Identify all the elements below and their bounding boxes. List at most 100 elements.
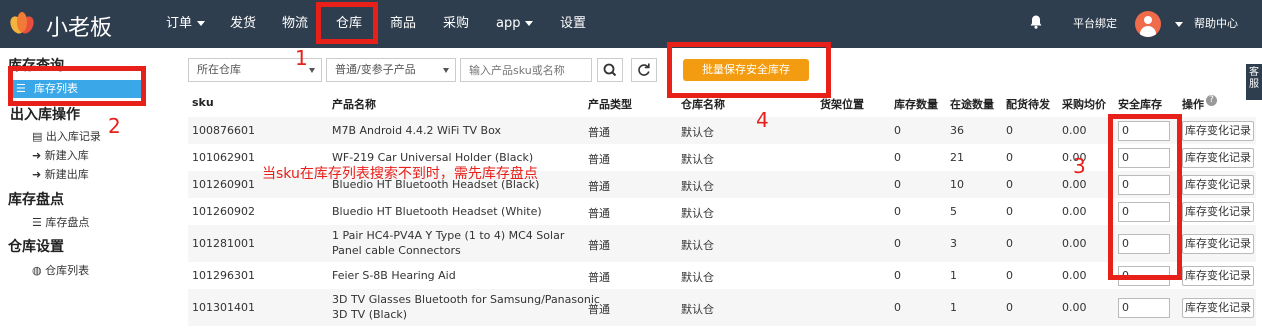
- cell-avg-cost: 0.00: [1062, 123, 1087, 137]
- col-header-avg-cost: 采购均价: [1062, 98, 1106, 111]
- nav-settings[interactable]: 设置: [560, 0, 586, 48]
- refresh-button[interactable]: [631, 58, 657, 82]
- inventory-log-button[interactable]: 库存变化记录: [1182, 265, 1254, 286]
- sidebar-item-label: 库存列表: [34, 82, 78, 95]
- cell-sku: 101281001: [192, 236, 255, 250]
- col-header-sku: sku: [192, 96, 214, 109]
- safety-stock-input[interactable]: 0: [1118, 265, 1170, 286]
- batch-save-safety-stock-button[interactable]: 批量保存安全库存: [683, 59, 809, 81]
- cell-sku: 100876601: [192, 123, 255, 137]
- cell-warehouse: 默认仓: [681, 206, 714, 220]
- document-icon: ▤: [32, 130, 46, 143]
- safety-stock-input[interactable]: 0: [1118, 147, 1170, 168]
- sidebar-section-stocktake: 库存盘点: [8, 192, 64, 208]
- customer-service-tab[interactable]: 客服: [1246, 64, 1262, 100]
- cell-name-line2: 3D TV (Black): [332, 308, 408, 321]
- chevron-down-icon[interactable]: [1175, 22, 1183, 27]
- inventory-log-button[interactable]: 库存变化记录: [1182, 297, 1254, 318]
- app-title: 小老板: [46, 16, 113, 41]
- search-icon: [603, 63, 617, 77]
- sidebar-item-warehouse-list[interactable]: ◍ 仓库列表: [32, 262, 89, 278]
- cell-type: 普通: [588, 238, 610, 252]
- sidebar-item-inout-records[interactable]: ▤ 出入库记录: [32, 128, 101, 144]
- cell-avg-cost: 0.00: [1062, 300, 1087, 314]
- inventory-log-button[interactable]: 库存变化记录: [1182, 201, 1254, 222]
- nav-warehouse[interactable]: 仓库: [336, 0, 362, 48]
- lotus-logo-icon: [10, 12, 34, 34]
- cell-warehouse: 默认仓: [681, 125, 714, 139]
- help-center-link[interactable]: 帮助中心: [1194, 0, 1238, 48]
- globe-icon: ◍: [32, 264, 46, 277]
- nav-orders[interactable]: 订单: [166, 0, 206, 48]
- cell-sku: 101301401: [192, 300, 255, 314]
- inventory-log-button[interactable]: 库存变化记录: [1182, 147, 1254, 168]
- avatar[interactable]: [1135, 11, 1161, 37]
- cell-pending: 0: [1006, 268, 1013, 282]
- nav-purchase[interactable]: 采购: [443, 0, 469, 48]
- safety-stock-input[interactable]: 0: [1118, 174, 1170, 195]
- safety-stock-input[interactable]: 0: [1118, 297, 1170, 318]
- col-header-location: 货架位置: [820, 98, 864, 111]
- product-type-select-value: 普通/变参子产品: [335, 63, 416, 76]
- cell-stock: 0: [894, 204, 901, 218]
- col-header-ops: 操作: [1182, 98, 1204, 111]
- cell-name: 3D TV Glasses Bluetooth for Samsung/Pana…: [332, 293, 600, 306]
- cell-transit: 1: [950, 300, 957, 314]
- cell-stock: 0: [894, 268, 901, 282]
- inventory-log-button[interactable]: 库存变化记录: [1182, 174, 1254, 195]
- sidebar-item-label: 新建出库: [44, 168, 89, 181]
- cell-pending: 0: [1006, 204, 1013, 218]
- cell-warehouse: 默认仓: [681, 302, 714, 316]
- nav-logistics[interactable]: 物流: [282, 0, 308, 48]
- chevron-down-icon: [525, 21, 534, 26]
- bell-icon[interactable]: [1030, 15, 1042, 29]
- cell-name: M7B Android 4.4.2 WiFi TV Box: [332, 123, 502, 137]
- search-button[interactable]: [597, 58, 623, 82]
- platform-bind-link[interactable]: 平台绑定: [1073, 0, 1117, 48]
- inventory-log-button[interactable]: 库存变化记录: [1182, 120, 1254, 141]
- logout-icon: ➜: [32, 168, 45, 181]
- cell-transit: 36: [950, 123, 964, 137]
- warehouse-select-value: 所在仓库: [197, 63, 241, 76]
- nav-ship[interactable]: 发货: [230, 0, 256, 48]
- chevron-down-icon: [309, 68, 315, 73]
- cell-avg-cost: 0.00: [1062, 204, 1087, 218]
- safety-stock-input[interactable]: 0: [1118, 120, 1170, 141]
- cell-pending: 0: [1006, 177, 1013, 191]
- cell-pending: 0: [1006, 300, 1013, 314]
- col-header-stock: 库存数量: [894, 98, 938, 111]
- cell-transit: 21: [950, 150, 964, 164]
- sidebar-item-stocktake[interactable]: ☰ 库存盘点: [32, 214, 89, 230]
- login-icon: ➜: [32, 149, 45, 162]
- safety-stock-input[interactable]: 0: [1118, 201, 1170, 222]
- refresh-icon: [638, 63, 650, 76]
- cell-avg-cost: 0.00: [1062, 236, 1087, 250]
- sidebar-item-inventory-list[interactable]: ☰ 库存列表: [10, 80, 142, 98]
- cell-warehouse: 默认仓: [681, 270, 714, 284]
- col-header-type: 产品类型: [588, 98, 632, 111]
- nav-app[interactable]: app: [496, 0, 534, 48]
- list-icon: ☰: [32, 216, 46, 229]
- help-icon[interactable]: ?: [1206, 95, 1217, 106]
- sidebar-item-new-in[interactable]: ➜ 新建入库: [32, 147, 89, 163]
- search-input[interactable]: [460, 58, 592, 82]
- cell-warehouse: 默认仓: [681, 179, 714, 193]
- chevron-down-icon: [197, 21, 206, 26]
- cell-sku: 101260901: [192, 177, 255, 191]
- cell-warehouse: 默认仓: [681, 152, 714, 166]
- cell-name-line2: Panel cable Connectors: [332, 244, 461, 257]
- nav-products[interactable]: 商品: [390, 0, 416, 48]
- cell-pending: 0: [1006, 236, 1013, 250]
- col-header-warehouse: 仓库名称: [681, 98, 725, 111]
- inventory-log-button[interactable]: 库存变化记录: [1182, 233, 1254, 254]
- cell-sku: 101062901: [192, 150, 255, 164]
- sidebar-section-inventory-query: 库存查询: [8, 58, 64, 74]
- col-header-name: 产品名称: [332, 98, 376, 111]
- chevron-down-icon: [443, 68, 449, 73]
- sidebar-item-label: 仓库列表: [45, 264, 90, 277]
- safety-stock-input[interactable]: 0: [1118, 233, 1170, 254]
- product-type-select[interactable]: 普通/变参子产品: [326, 58, 456, 82]
- annotation-number-4: 4: [756, 108, 769, 132]
- cell-warehouse: 默认仓: [681, 238, 714, 252]
- sidebar-item-new-out[interactable]: ➜ 新建出库: [32, 166, 89, 182]
